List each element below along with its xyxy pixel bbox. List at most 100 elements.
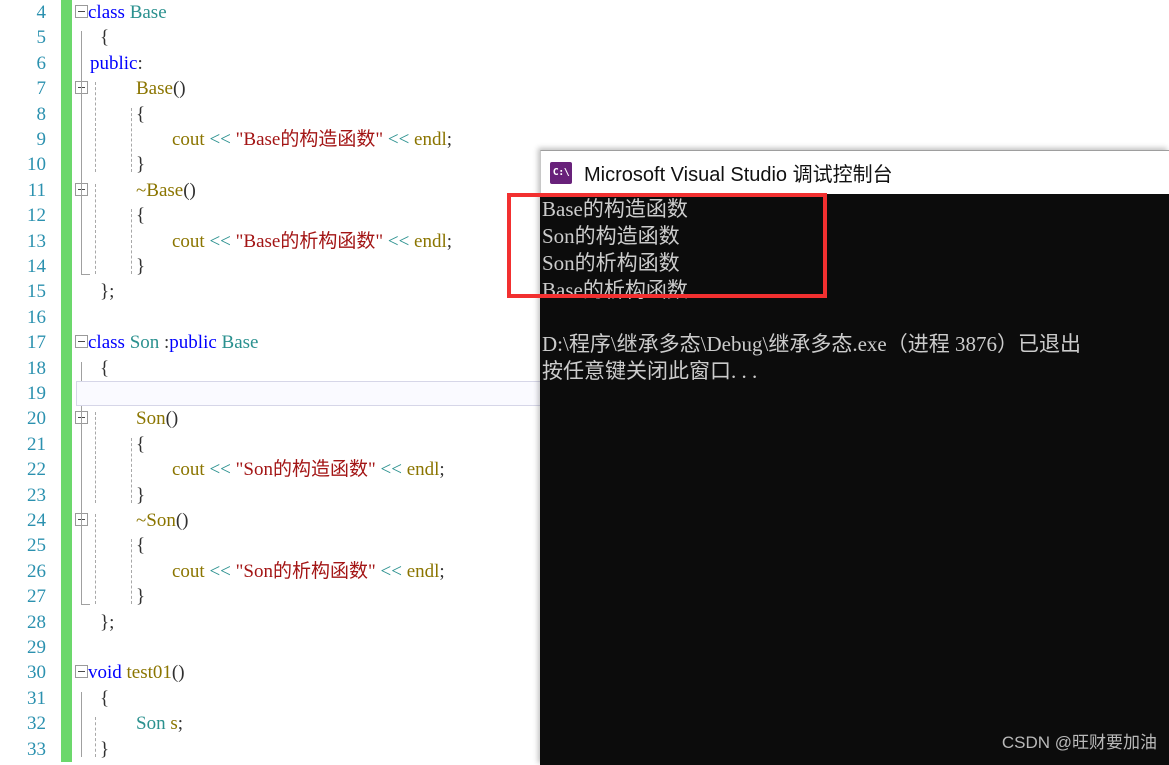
line-number: 13 bbox=[27, 230, 46, 252]
change-indicator-bar bbox=[61, 0, 72, 26]
code-text[interactable]: { bbox=[136, 533, 145, 558]
structure-guide-line bbox=[131, 539, 132, 605]
code-token: () bbox=[171, 662, 185, 684]
code-token: ; bbox=[446, 129, 453, 150]
line-number: 15 bbox=[27, 281, 46, 303]
change-indicator-bar bbox=[61, 177, 72, 204]
code-text[interactable]: }; bbox=[100, 610, 114, 635]
code-text[interactable]: } bbox=[136, 254, 145, 279]
change-indicator-bar bbox=[61, 457, 72, 483]
change-indicator-bar bbox=[61, 406, 72, 432]
code-text[interactable]: cout << "Son的构造函数" << endl; bbox=[172, 457, 445, 482]
change-indicator-bar bbox=[61, 685, 72, 712]
code-text[interactable]: } bbox=[136, 584, 145, 609]
code-text[interactable]: Son() bbox=[136, 406, 178, 431]
code-text[interactable]: { bbox=[136, 432, 145, 457]
code-text[interactable]: { bbox=[136, 102, 145, 127]
code-token: ~Base bbox=[136, 179, 184, 201]
code-token: << bbox=[387, 129, 410, 150]
code-token: { bbox=[100, 357, 110, 379]
code-token: { bbox=[100, 27, 110, 49]
watermark: CSDN @旺财要加油 bbox=[1001, 733, 1157, 752]
structure-guide-line bbox=[95, 183, 96, 274]
code-token: } bbox=[136, 586, 146, 608]
code-text[interactable]: } bbox=[100, 737, 109, 762]
code-token: cout bbox=[172, 230, 205, 252]
console-output[interactable]: Base的构造函数 Son的构造函数 Son的析构函数 Base的析构函数 D:\程序\… bbox=[540, 194, 1169, 765]
line-number: 25 bbox=[27, 535, 46, 557]
outlining-collapse-icon[interactable] bbox=[75, 665, 88, 679]
outlining-collapse-icon[interactable] bbox=[75, 5, 88, 18]
structure-guide-line bbox=[131, 107, 132, 173]
console-output-line: D:\程序\继承多态\Debug\继承多态.exe（进程 3876）已退出 bbox=[542, 332, 1081, 356]
change-indicator-bar bbox=[61, 635, 72, 661]
code-text[interactable]: { bbox=[100, 356, 109, 381]
change-indicator-bar bbox=[61, 431, 72, 458]
line-number: 14 bbox=[27, 256, 46, 277]
line-number: 17 bbox=[27, 332, 46, 354]
code-text[interactable]: class Son :public Base bbox=[88, 330, 258, 355]
screenshot-root: 4 class Base 5{6 public: 7 Base() 8{9 cout << "… bbox=[0, 0, 1169, 765]
code-text[interactable]: ~Son() bbox=[136, 508, 189, 533]
line-number: 32 bbox=[27, 713, 46, 735]
line-number: 20 bbox=[27, 408, 46, 430]
code-text[interactable]: { bbox=[100, 686, 109, 711]
change-indicator-bar bbox=[61, 711, 72, 737]
code-text[interactable]: Son s; bbox=[136, 711, 183, 736]
code-token: s bbox=[170, 713, 178, 735]
code-token: << bbox=[209, 459, 231, 481]
console-window[interactable]: C:\ Microsoft Visual Studio 调试控制台 Base的构… bbox=[540, 150, 1169, 765]
code-text[interactable]: ~Base() bbox=[136, 178, 196, 203]
code-token: Son bbox=[136, 713, 166, 735]
code-text[interactable]: public: bbox=[90, 381, 143, 406]
code-line[interactable]: 8{ bbox=[0, 101, 1169, 127]
code-line[interactable]: 5{ bbox=[0, 25, 1169, 51]
line-number: 29 bbox=[27, 637, 46, 658]
code-token: test01 bbox=[126, 662, 172, 684]
code-text[interactable]: { bbox=[136, 203, 145, 228]
structure-guide-stub bbox=[81, 274, 90, 275]
code-token: () bbox=[165, 408, 179, 430]
code-token: cout bbox=[172, 560, 205, 582]
line-number: 7 bbox=[36, 78, 47, 100]
line-number: 22 bbox=[27, 459, 46, 481]
code-text[interactable]: } bbox=[136, 152, 145, 177]
code-text[interactable]: Base() bbox=[136, 76, 186, 101]
change-indicator-bar bbox=[61, 381, 72, 407]
code-token: : bbox=[137, 383, 143, 404]
code-text[interactable]: } bbox=[136, 483, 145, 508]
console-titlebar[interactable]: C:\ Microsoft Visual Studio 调试控制台 bbox=[540, 150, 1169, 194]
change-indicator-bar bbox=[61, 609, 72, 635]
outlining-collapse-icon[interactable] bbox=[75, 335, 88, 349]
code-token: << bbox=[380, 459, 402, 481]
code-line[interactable]: 4 class Base bbox=[0, 0, 1169, 26]
structure-guide-line bbox=[131, 209, 132, 274]
line-number: 10 bbox=[27, 154, 46, 176]
code-line[interactable]: 7 Base() bbox=[0, 76, 1169, 102]
line-number: 30 bbox=[27, 662, 46, 684]
code-text[interactable]: cout << "Base的析构函数" << endl; bbox=[172, 229, 452, 254]
code-text[interactable]: void test01() bbox=[88, 660, 185, 685]
structure-guide-line bbox=[81, 31, 82, 274]
code-token: { bbox=[136, 433, 146, 455]
line-number: 6 bbox=[36, 52, 47, 74]
line-number: 31 bbox=[27, 687, 46, 709]
code-text[interactable]: { bbox=[100, 25, 109, 50]
line-number: 8 bbox=[36, 103, 47, 125]
code-text[interactable]: cout << "Base的构造函数" << endl; bbox=[172, 127, 452, 152]
change-indicator-bar bbox=[61, 660, 72, 686]
code-token: endl bbox=[414, 129, 447, 150]
code-token: { bbox=[136, 205, 146, 227]
code-text[interactable]: cout << "Son的析构函数" << endl; bbox=[172, 559, 445, 584]
code-token: () bbox=[175, 510, 189, 531]
code-line[interactable]: 9 cout << "Base的构造函数" << endl; bbox=[0, 127, 1169, 153]
structure-guide-line bbox=[131, 437, 132, 503]
code-text[interactable]: class Base bbox=[88, 0, 167, 25]
line-number: 9 bbox=[36, 129, 47, 150]
code-text[interactable]: }; bbox=[100, 279, 114, 304]
code-text[interactable]: public: bbox=[90, 51, 143, 76]
line-number: 5 bbox=[36, 27, 47, 49]
code-line[interactable]: 6 public: bbox=[0, 50, 1169, 77]
code-token: : bbox=[137, 52, 143, 74]
code-token: public bbox=[90, 383, 138, 404]
